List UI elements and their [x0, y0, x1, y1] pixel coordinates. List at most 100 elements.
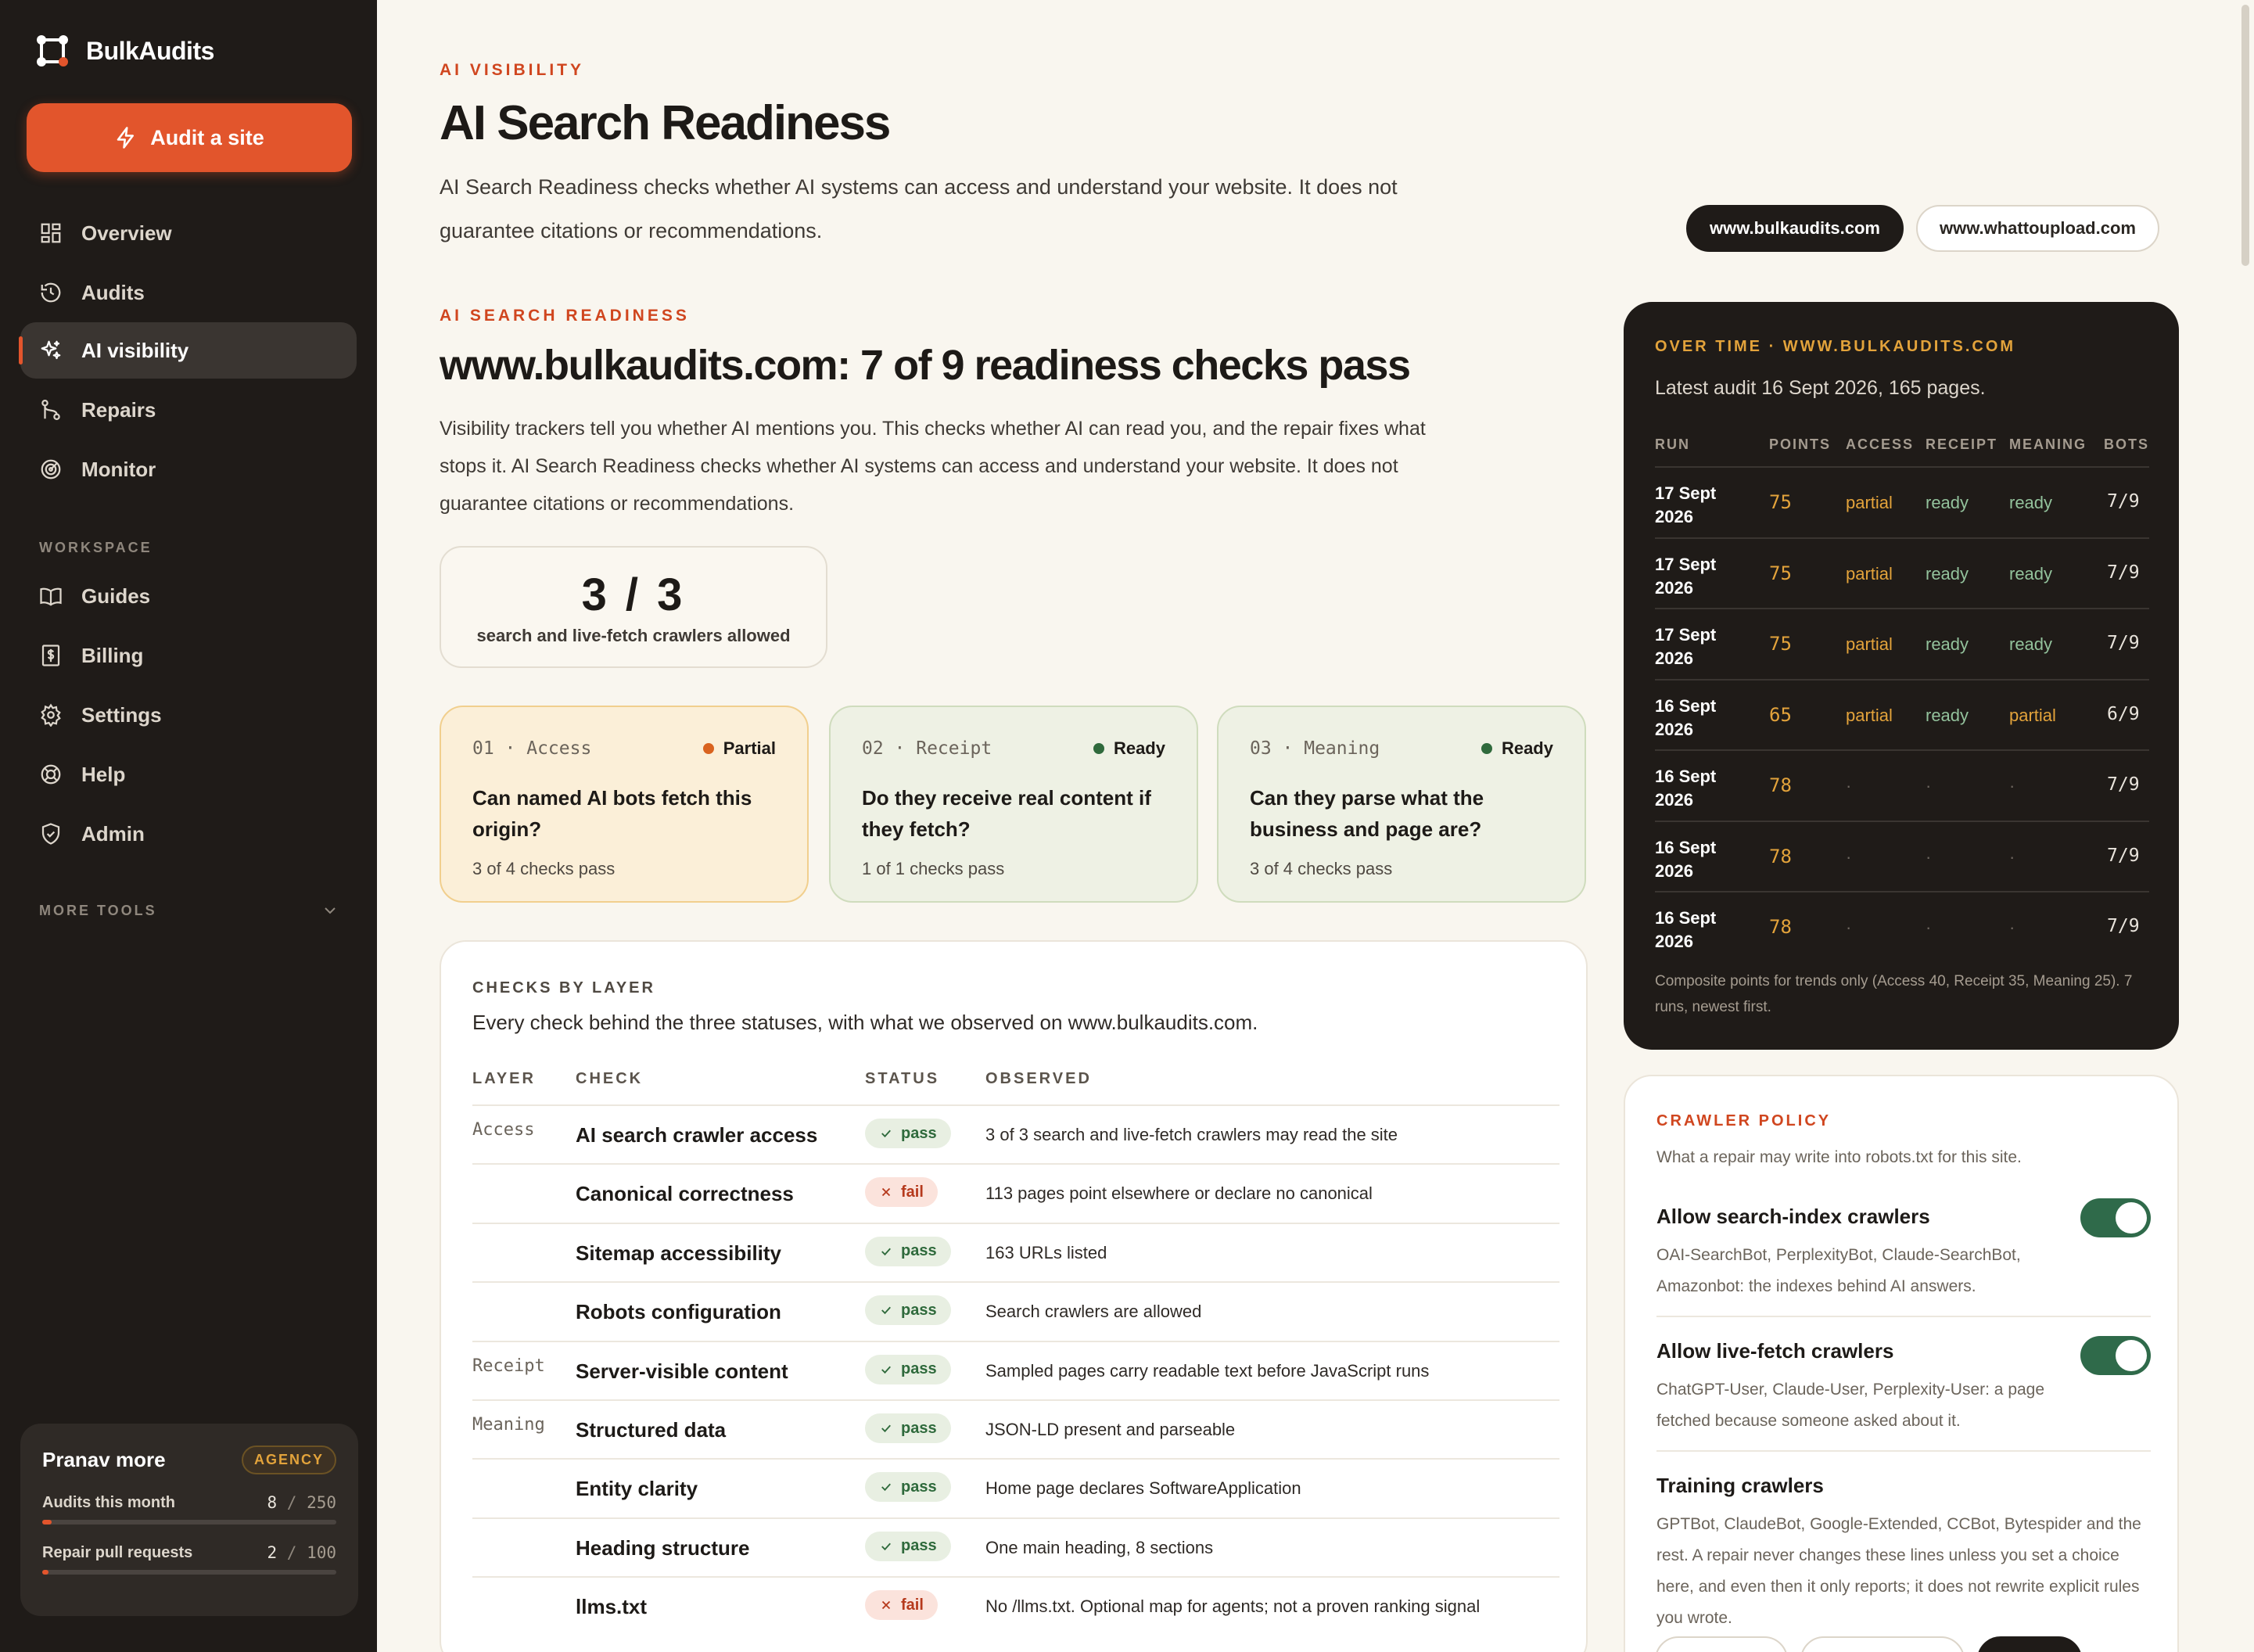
status-pill: fail: [865, 1177, 938, 1208]
table-row[interactable]: Robots configuration pass Search crawlers …: [472, 1281, 1559, 1339]
run-meaning: ready: [2009, 493, 2053, 512]
table-row[interactable]: llms.txt fail No /llms.txt. Optional map f…: [472, 1576, 1559, 1634]
sidebar: BulkAudits Audit a site Overview Audits …: [0, 0, 377, 1652]
policy-title: Allow search-index crawlers: [1656, 1205, 1930, 1228]
status-pill: pass: [865, 1236, 951, 1266]
run-day: 16 Sept: [1655, 695, 1717, 716]
status-dot-icon: [1481, 743, 1492, 754]
toggle-knob: [2116, 1340, 2147, 1371]
nav-item-overview[interactable]: Overview: [20, 205, 357, 261]
table-row[interactable]: Heading structure pass One main heading, 8…: [472, 1517, 1559, 1575]
nav-item-billing[interactable]: Billing: [20, 627, 357, 684]
nav-item-ai-visibility[interactable]: AI visibility: [19, 322, 357, 379]
history-row[interactable]: 16 Sept 2026 65 partial ready partial 6/9: [1655, 678, 2149, 749]
status-dot-icon: [1093, 743, 1104, 754]
nav-item-guides[interactable]: Guides: [20, 568, 357, 624]
run-bots: 7/9: [2107, 845, 2140, 866]
history-row[interactable]: 17 Sept 2026 75 partial ready ready 7/9: [1655, 537, 2149, 608]
run-access: partial: [1846, 563, 1893, 584]
column-header-receipt: RECEIPT: [1926, 436, 1998, 452]
row-check: Server-visible content: [576, 1359, 788, 1383]
scrollbar[interactable]: [2241, 5, 2249, 266]
row-check: Canonical correctness: [576, 1182, 794, 1206]
run-year: 2026: [1655, 507, 1693, 526]
grid-icon: [41, 223, 61, 243]
column-header-bots: BOTS: [2104, 436, 2150, 452]
chevron-down-icon: [325, 907, 336, 914]
nav-label: Overview: [81, 221, 172, 245]
history-row[interactable]: 16 Sept 2026 78 · · · 7/9: [1655, 891, 2149, 961]
domain-tab-bulkaudits[interactable]: www.bulkaudits.com: [1686, 205, 1904, 252]
run-bots: 7/9: [2107, 491, 2140, 512]
crawler-stat-card: 3 / 3 search and live-fetch crawlers all…: [440, 546, 827, 668]
policy-search-index: Allow search-index crawlers OAI-SearchBo…: [1656, 1198, 2151, 1302]
history-row[interactable]: 17 Sept 2026 75 partial ready ready 7/9: [1655, 608, 2149, 678]
check-icon: [881, 1306, 891, 1315]
history-row[interactable]: 17 Sept 2026 75 partial ready ready 7/9: [1655, 466, 2149, 537]
brand[interactable]: BulkAudits: [36, 34, 214, 67]
run-year: 2026: [1655, 790, 1693, 810]
history-row[interactable]: 16 Sept 2026 78 · · · 7/9: [1655, 749, 2149, 820]
row-observed: JSON-LD present and parseable: [985, 1420, 1236, 1439]
run-access: partial: [1846, 705, 1893, 725]
run-points: 78: [1769, 774, 1792, 796]
layer-card-access[interactable]: 01 · Access Partial Can named AI bots fe…: [440, 706, 809, 903]
table-row[interactable]: Meaning Structured data pass JSON-LD presen…: [472, 1399, 1559, 1457]
nav-item-repairs[interactable]: Repairs: [20, 382, 357, 438]
history-row[interactable]: 16 Sept 2026 78 · · · 7/9: [1655, 820, 2149, 891]
lightning-icon: [117, 127, 135, 149]
divider: [1656, 1450, 2151, 1452]
table-row[interactable]: Access AI search crawler access pass 3 of 3…: [472, 1104, 1559, 1162]
search-index-toggle[interactable]: [2080, 1198, 2151, 1237]
audit-a-site-button[interactable]: Audit a site: [27, 103, 352, 172]
run-access: partial: [1846, 634, 1893, 654]
nav-label: Help: [81, 762, 126, 786]
row-layer: Access: [472, 1120, 535, 1140]
live-fetch-toggle[interactable]: [2080, 1336, 2151, 1375]
more-tools-toggle[interactable]: MORE TOOLS: [39, 901, 339, 920]
layer-summary: 3 of 4 checks pass: [1250, 859, 1393, 878]
table-row[interactable]: Sitemap accessibility pass 163 URLs listed: [472, 1222, 1559, 1280]
layer-card-meaning[interactable]: 03 · Meaning Ready Can they parse what t…: [1217, 706, 1586, 903]
run-meaning: ready: [2009, 563, 2053, 584]
run-bots: 7/9: [2107, 633, 2140, 653]
run-points: 78: [1769, 916, 1792, 938]
training-choice-button[interactable]: [1655, 1636, 1788, 1652]
policy-title: Training crawlers: [1656, 1474, 1824, 1497]
nav-item-admin[interactable]: Admin: [20, 806, 357, 862]
layer-status: Partial: [702, 738, 776, 759]
row-observed: 113 pages point elsewhere or declare no …: [985, 1183, 1373, 1204]
check-icon: [881, 1424, 891, 1433]
readiness-eyebrow: AI SEARCH READINESS: [440, 307, 690, 325]
run-receipt: ready: [1926, 634, 1969, 654]
nav-item-monitor[interactable]: Monitor: [20, 441, 357, 497]
page-lead-line-2: guarantee citations or recommendations.: [440, 219, 823, 242]
layer-card-receipt[interactable]: 02 · Receipt Ready Do they receive real …: [829, 706, 1198, 903]
status-dot-icon: [702, 743, 714, 754]
sparkles-icon: [41, 340, 61, 360]
policy-description: ChatGPT-User, Claude-User, Perplexity-Us…: [1656, 1381, 2045, 1430]
nav-label: Monitor: [81, 457, 156, 481]
nav-item-settings[interactable]: Settings: [20, 687, 357, 743]
training-choice-button[interactable]: [1977, 1636, 2082, 1652]
table-row[interactable]: Receipt Server-visible content pass Sampled…: [472, 1340, 1559, 1399]
checks-by-layer-card: CHECKS BY LAYER Every check behind the t…: [440, 940, 1588, 1652]
readiness-lead: Visibility trackers tell you whether AI …: [440, 410, 1503, 523]
check-icon: [881, 1248, 891, 1255]
policy-live-fetch: Allow live-fetch crawlers ChatGPT-User, …: [1656, 1336, 2151, 1437]
layer-summary: 3 of 4 checks pass: [472, 859, 616, 878]
usage-audits: Audits this month 8 / 250: [42, 1493, 336, 1525]
page-eyebrow: AI VISIBILITY: [440, 61, 585, 79]
divider: [1656, 1316, 2151, 1317]
training-choice-button[interactable]: [1800, 1636, 1965, 1652]
table-row[interactable]: Entity clarity pass Home page declares Sof…: [472, 1458, 1559, 1516]
row-check: AI search crawler access: [576, 1123, 818, 1147]
nav-item-audits[interactable]: Audits: [20, 264, 357, 321]
run-meaning: partial: [2009, 705, 2056, 725]
run-bots: 7/9: [2107, 562, 2140, 583]
domain-tab-whattoupload[interactable]: www.whattoupload.com: [1916, 205, 2159, 252]
run-receipt: ·: [1926, 776, 1932, 795]
table-row[interactable]: Canonical correctness fail 113 pages point…: [472, 1163, 1559, 1221]
nav-item-help[interactable]: Help: [20, 746, 357, 803]
row-check: Heading structure: [576, 1535, 750, 1560]
